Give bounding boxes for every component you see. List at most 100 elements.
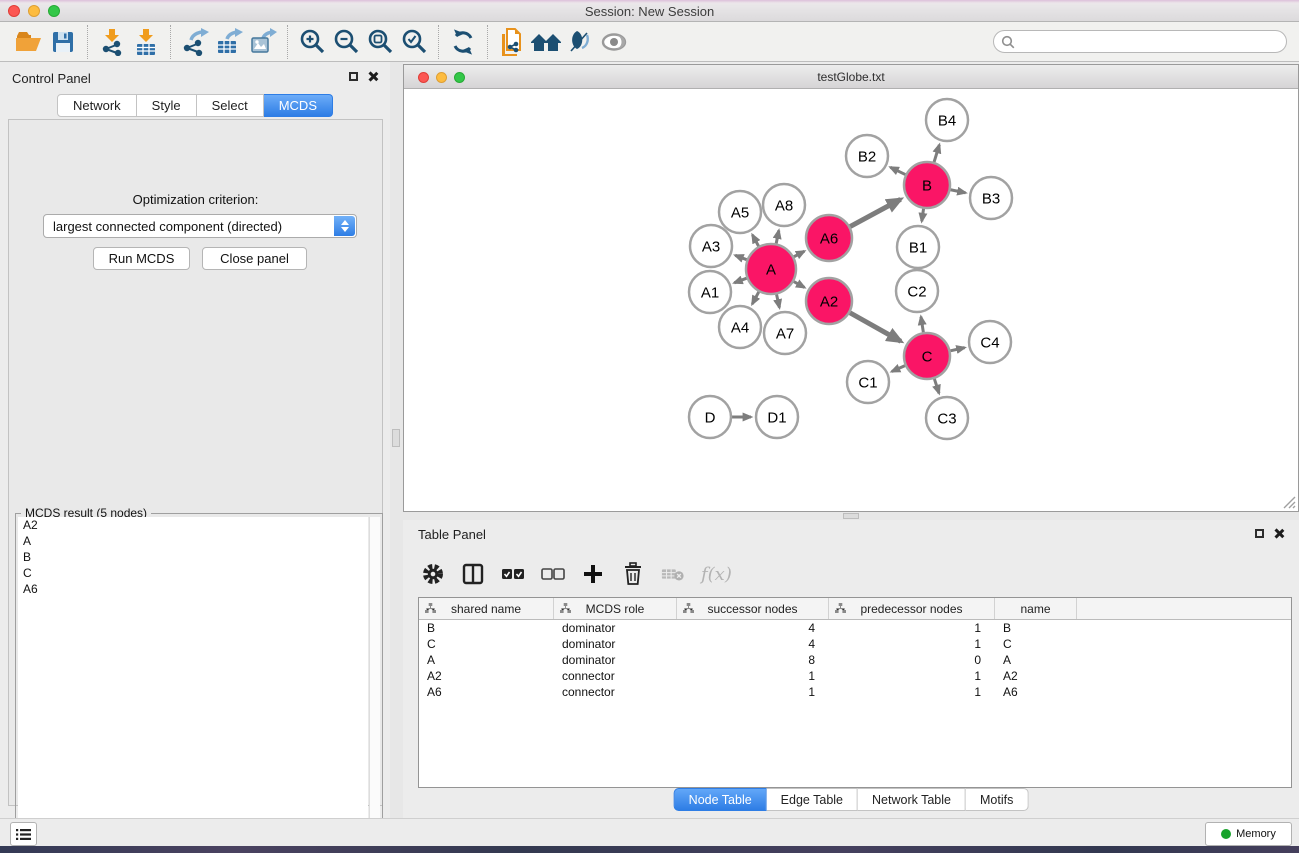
close-panel-icon[interactable] xyxy=(367,71,378,82)
graph-edge-C-C3[interactable] xyxy=(934,379,939,393)
graph-edge-A-A1[interactable] xyxy=(734,278,746,283)
tab-node-table[interactable]: Node Table xyxy=(674,788,767,811)
zoom-out-icon[interactable] xyxy=(329,26,363,58)
vertical-splitter-handle[interactable] xyxy=(392,429,400,447)
memory-button[interactable]: Memory xyxy=(1205,822,1292,846)
tab-network-table[interactable]: Network Table xyxy=(858,788,966,811)
graph-edge-A-A6[interactable] xyxy=(794,251,804,257)
tab-network[interactable]: Network xyxy=(57,94,137,117)
graph-edge-B-B4[interactable] xyxy=(934,145,939,162)
desktop-background-strip xyxy=(0,846,1299,853)
zoom-selected-icon[interactable] xyxy=(397,26,431,58)
tab-select[interactable]: Select xyxy=(197,94,264,117)
graph-edge-A-A5[interactable] xyxy=(752,235,758,246)
import-network-icon[interactable] xyxy=(95,26,129,58)
function-builder-icon[interactable]: f(x) xyxy=(701,562,732,586)
clone-network-icon[interactable] xyxy=(495,26,529,58)
table-row[interactable]: Cdominator41C xyxy=(419,636,1291,652)
network-canvas[interactable]: B4B2BB3A5A8A6A3B1AA1C2A2A4A7C4CC1DD1C3 xyxy=(404,89,1298,511)
mcds-result-item[interactable]: A6 xyxy=(18,581,368,597)
float-panel-icon[interactable] xyxy=(349,72,358,81)
table-row[interactable]: Adominator80A xyxy=(419,652,1291,668)
graph-edge-A-A2[interactable] xyxy=(794,282,805,288)
graph-edge-B-B3[interactable] xyxy=(951,190,966,193)
settings-gear-icon[interactable] xyxy=(421,562,445,586)
graph-edge-C-C4[interactable] xyxy=(950,348,964,351)
horizontal-splitter-handle[interactable] xyxy=(843,513,859,519)
resize-grip-icon[interactable] xyxy=(1283,496,1296,509)
table-cell: connector xyxy=(554,684,677,700)
close-table-panel-icon[interactable] xyxy=(1273,528,1284,539)
mcds-result-item[interactable]: A xyxy=(18,533,368,549)
column-header-label: name xyxy=(1020,602,1050,616)
horizontal-splitter[interactable] xyxy=(403,512,1299,520)
mcds-result-item[interactable]: A2 xyxy=(18,517,368,533)
table-cell: 1 xyxy=(829,620,995,636)
table-cell: 4 xyxy=(677,636,829,652)
column-header[interactable]: predecessor nodes xyxy=(829,598,995,619)
table-toolbar: f(x) xyxy=(421,560,732,588)
table-cell: 8 xyxy=(677,652,829,668)
table-header-row: shared nameMCDS rolesuccessor nodesprede… xyxy=(419,598,1291,620)
graph-edge-C-C1[interactable] xyxy=(892,366,905,372)
export-network-icon[interactable] xyxy=(178,26,212,58)
open-file-icon[interactable] xyxy=(12,26,46,58)
refresh-layout-icon[interactable] xyxy=(446,26,480,58)
run-mcds-button[interactable]: Run MCDS xyxy=(93,247,190,270)
save-session-icon[interactable] xyxy=(46,26,80,58)
zoom-in-icon[interactable] xyxy=(295,26,329,58)
table-row[interactable]: A6connector11A6 xyxy=(419,684,1291,700)
tab-edge-table[interactable]: Edge Table xyxy=(767,788,858,811)
column-header[interactable]: MCDS role xyxy=(554,598,677,619)
export-table-icon[interactable] xyxy=(212,26,246,58)
search-input[interactable] xyxy=(1015,33,1286,51)
mcds-tab-content: Optimization criterion: largest connecte… xyxy=(8,119,383,806)
graph-edge-A-A3[interactable] xyxy=(735,255,746,259)
graph-edge-C-C2[interactable] xyxy=(921,317,923,333)
toolbar-separator xyxy=(287,25,288,59)
mcds-result-scrollbar[interactable] xyxy=(369,517,380,853)
export-image-icon[interactable] xyxy=(246,26,280,58)
graph-node-label: A3 xyxy=(702,238,720,255)
home-layout-icon[interactable] xyxy=(529,26,563,58)
tab-motifs[interactable]: Motifs xyxy=(966,788,1028,811)
network-graph[interactable]: B4B2BB3A5A8A6A3B1AA1C2A2A4A7C4CC1DD1C3 xyxy=(404,89,1298,511)
network-titlebar[interactable]: testGlobe.txt xyxy=(404,65,1298,89)
select-stepper-icon xyxy=(334,216,355,236)
eye-icon[interactable] xyxy=(597,26,631,58)
graph-edge-A-A7[interactable] xyxy=(777,294,780,307)
tab-style[interactable]: Style xyxy=(137,94,197,117)
graph-edge-B-B1[interactable] xyxy=(922,209,924,222)
select-all-icon[interactable] xyxy=(501,562,525,586)
delete-table-icon[interactable] xyxy=(661,562,685,586)
style-toggle-icon[interactable] xyxy=(563,26,597,58)
import-table-icon[interactable] xyxy=(129,26,163,58)
zoom-fit-icon[interactable] xyxy=(363,26,397,58)
vertical-splitter[interactable] xyxy=(390,62,403,818)
mcds-result-item[interactable]: B xyxy=(18,549,368,565)
add-column-icon[interactable] xyxy=(581,562,605,586)
table-row[interactable]: A2connector11A2 xyxy=(419,668,1291,684)
graph-edge-A-A4[interactable] xyxy=(752,292,758,304)
graph-node-label: A5 xyxy=(731,204,749,221)
graph-edge-A-A8[interactable] xyxy=(776,230,779,243)
column-header[interactable]: name xyxy=(995,598,1077,619)
column-header[interactable]: shared name xyxy=(419,598,554,619)
graph-edge-B-B2[interactable] xyxy=(890,167,905,174)
mcds-result-item[interactable]: C xyxy=(18,565,368,581)
deselect-all-icon[interactable] xyxy=(541,562,565,586)
main-titlebar[interactable]: Session: New Session xyxy=(0,0,1299,22)
column-header[interactable]: successor nodes xyxy=(677,598,829,619)
graph-edge-A6-B[interactable] xyxy=(850,199,901,226)
criterion-select[interactable]: largest connected component (directed) xyxy=(43,214,357,238)
graph-node-label: C3 xyxy=(937,410,956,427)
delete-column-icon[interactable] xyxy=(621,562,645,586)
show-columns-icon[interactable] xyxy=(461,562,485,586)
table-cell: B xyxy=(995,620,1077,636)
graph-edge-A2-C[interactable] xyxy=(850,313,901,342)
tab-mcds[interactable]: MCDS xyxy=(264,94,333,117)
task-history-button[interactable] xyxy=(10,822,37,846)
close-panel-button[interactable]: Close panel xyxy=(202,247,307,270)
float-table-panel-icon[interactable] xyxy=(1255,529,1264,538)
table-row[interactable]: Bdominator41B xyxy=(419,620,1291,636)
